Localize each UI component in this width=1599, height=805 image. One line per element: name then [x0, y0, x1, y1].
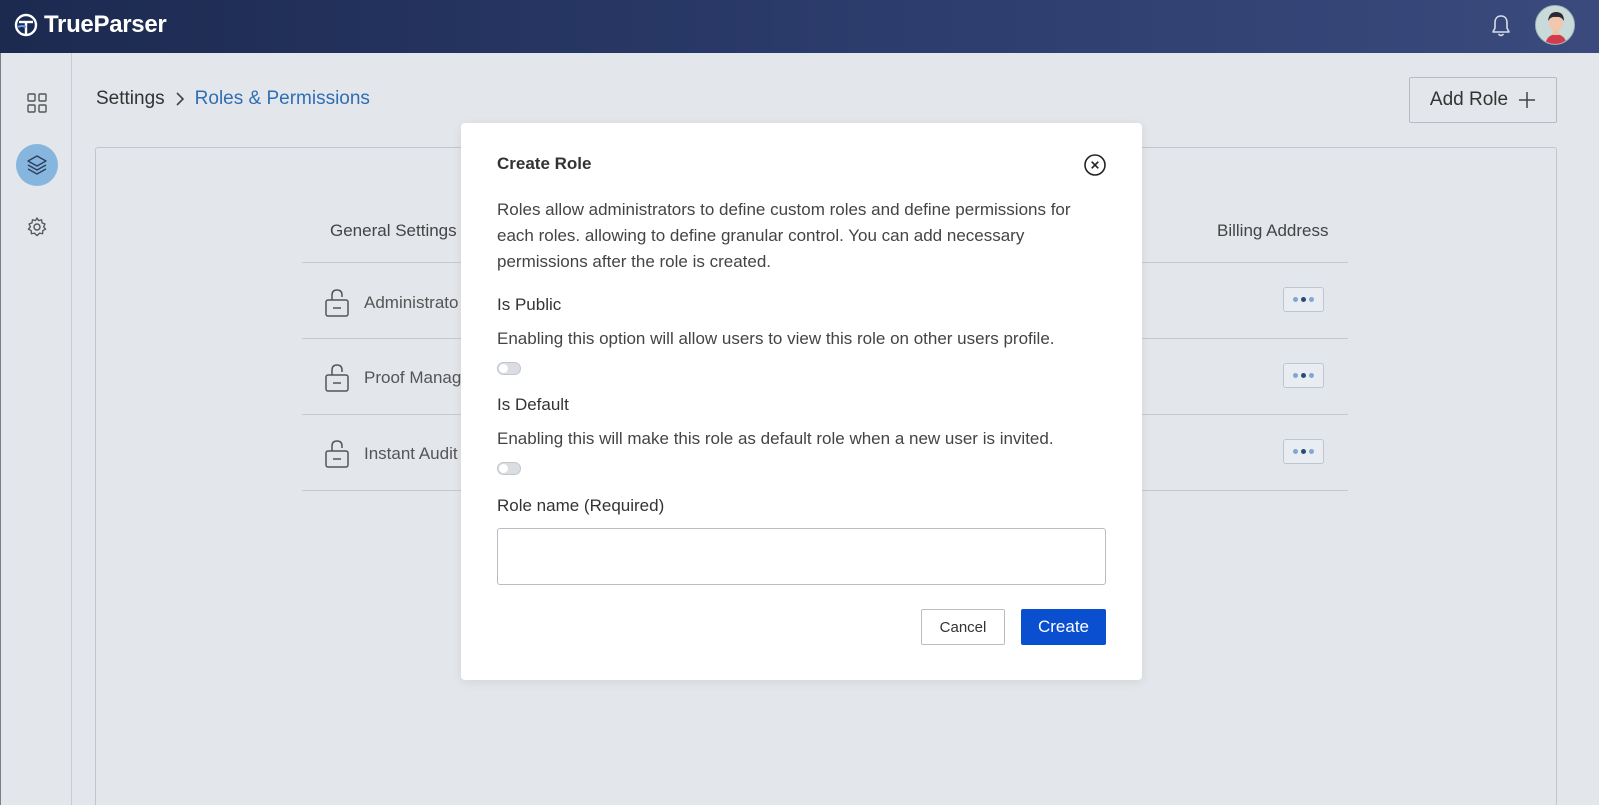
- is-default-description: Enabling this will make this role as def…: [497, 429, 1054, 448]
- app-logo[interactable]: TrueParser: [14, 11, 167, 39]
- more-dot: [1301, 373, 1306, 378]
- unlock-icon: [325, 364, 349, 392]
- unlock-icon: [325, 440, 349, 468]
- is-public-toggle[interactable]: [497, 362, 521, 375]
- role-actions-button[interactable]: [1283, 363, 1324, 388]
- breadcrumb: Settings Roles & Permissions: [96, 88, 370, 110]
- create-role-modal: Create Role Roles allow administrators t…: [461, 123, 1142, 680]
- more-dot: [1293, 449, 1298, 454]
- column-header-billing-address[interactable]: Billing Address: [1217, 221, 1329, 241]
- chevron-right-icon: [176, 92, 184, 106]
- add-role-button[interactable]: Add Role: [1409, 77, 1557, 123]
- sidebar-item-dashboard[interactable]: [16, 82, 58, 124]
- more-dot: [1293, 297, 1298, 302]
- breadcrumb-roles-permissions[interactable]: Roles & Permissions: [195, 88, 370, 110]
- sidebar-item-layers[interactable]: [16, 144, 58, 186]
- top-bar: TrueParser: [0, 0, 1599, 53]
- column-header-general-settings[interactable]: General Settings: [330, 221, 457, 241]
- more-dot: [1293, 373, 1298, 378]
- modal-title: Create Role: [497, 154, 592, 173]
- is-public-title: Is Public: [497, 295, 562, 314]
- plus-icon: [1519, 92, 1536, 108]
- sidebar-item-settings[interactable]: [16, 206, 58, 248]
- more-dot: [1309, 449, 1314, 454]
- close-icon[interactable]: [1083, 153, 1107, 177]
- more-dot: [1301, 449, 1306, 454]
- sidebar: [0, 53, 72, 805]
- role-actions-button[interactable]: [1283, 287, 1324, 312]
- role-name[interactable]: Proof Manag: [364, 368, 461, 388]
- more-dot: [1309, 297, 1314, 302]
- breadcrumb-settings[interactable]: Settings: [96, 88, 165, 110]
- cancel-button[interactable]: Cancel: [921, 609, 1005, 645]
- is-public-description: Enabling this option will allow users to…: [497, 329, 1055, 348]
- unlock-icon: [325, 289, 349, 317]
- grid-icon: [27, 93, 47, 113]
- is-default-title: Is Default: [497, 395, 569, 414]
- is-default-toggle[interactable]: [497, 462, 521, 475]
- create-button[interactable]: Create: [1021, 609, 1106, 645]
- more-dot: [1309, 373, 1314, 378]
- role-actions-button[interactable]: [1283, 439, 1324, 464]
- gear-icon: [27, 217, 47, 237]
- role-name[interactable]: Instant Audit: [364, 444, 458, 464]
- bell-icon[interactable]: [1489, 13, 1513, 39]
- modal-description: Roles allow administrators to define cus…: [497, 200, 1071, 271]
- user-avatar-icon: [1536, 6, 1574, 44]
- role-name-label: Role name (Required): [497, 496, 665, 515]
- layers-icon: [27, 155, 47, 175]
- role-name[interactable]: Administrato: [364, 293, 458, 313]
- trueparser-logo-icon: [14, 13, 38, 37]
- role-name-input[interactable]: [497, 528, 1106, 585]
- add-role-label: Add Role: [1429, 89, 1509, 110]
- avatar[interactable]: [1535, 5, 1575, 45]
- more-dot: [1301, 297, 1306, 302]
- app-name: TrueParser: [44, 11, 167, 38]
